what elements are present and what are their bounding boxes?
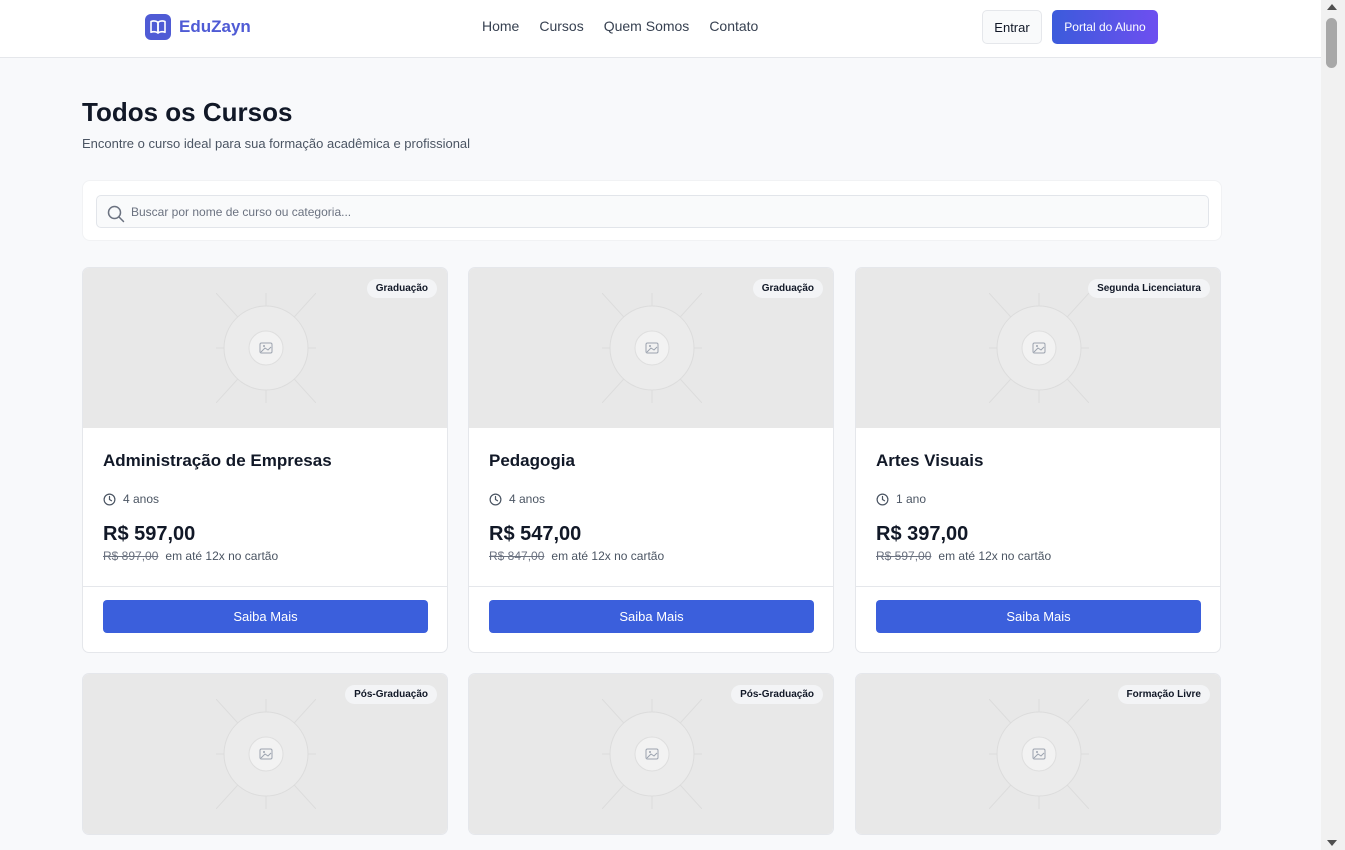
image-placeholder-icon (602, 699, 702, 809)
duration-text: 4 anos (509, 492, 546, 506)
scroll-thumb[interactable] (1326, 18, 1337, 68)
saiba-mais-button[interactable]: Saiba Mais (876, 600, 1201, 633)
scroll-up-arrow-icon[interactable] (1327, 4, 1337, 10)
course-duration: 4 anos (489, 492, 545, 506)
old-price: R$ 847,00 (489, 549, 545, 563)
logo-text: EduZayn (179, 17, 251, 36)
login-button[interactable]: Entrar (982, 10, 1042, 44)
image-placeholder-icon (216, 293, 316, 403)
search-box (96, 195, 1209, 228)
image-placeholder-icon (602, 293, 702, 403)
installments-text: em até 12x no cartão (165, 549, 279, 563)
clock-icon (876, 493, 889, 505)
page-scrollbar[interactable] (1321, 0, 1345, 850)
category-badge: Formação Livre (1117, 685, 1210, 704)
clock-icon (489, 493, 502, 505)
course-card-body: Artes Visuais 1 ano R$ 397,00 R$ 597,00 em a… (856, 428, 1220, 586)
course-duration: 4 anos (103, 492, 159, 506)
search-input[interactable] (131, 196, 1191, 227)
old-price: R$ 897,00 (103, 549, 159, 563)
installments-text: em até 12x no cartão (551, 549, 665, 563)
course-name: Administração de Empresas (103, 451, 332, 470)
course-price: R$ 547,00 (489, 523, 582, 545)
category-badge: Pós-Graduação (345, 685, 437, 704)
category-badge: Segunda Licenciatura (1088, 279, 1210, 298)
clock-icon (103, 493, 116, 505)
course-card-footer: Saiba Mais (856, 586, 1220, 652)
course-card-footer: Saiba Mais (83, 586, 447, 652)
installments-text: em até 12x no cartão (938, 549, 1052, 563)
site-header: EduZayn Home Cursos Quem Somos Contato E… (0, 0, 1321, 58)
category-badge: Graduação (366, 279, 437, 298)
duration-text: 1 ano (896, 492, 927, 506)
nav-cursos[interactable]: Cursos (539, 18, 583, 34)
nav-contato[interactable]: Contato (709, 18, 758, 34)
course-card: Graduação Administração de Empresas 4 anos… (82, 267, 448, 653)
course-price: R$ 597,00 (103, 523, 196, 545)
image-placeholder-icon (989, 293, 1089, 403)
course-image[interactable]: Graduação (83, 268, 447, 428)
category-badge: Pós-Graduação (731, 685, 823, 704)
saiba-mais-button[interactable]: Saiba Mais (103, 600, 428, 633)
course-name: Pedagogia (489, 451, 575, 470)
image-placeholder-icon (216, 699, 316, 809)
course-image[interactable]: Formação Livre (856, 674, 1220, 834)
course-image[interactable]: Pós-Graduação (83, 674, 447, 834)
course-image[interactable]: Segunda Licenciatura (856, 268, 1220, 428)
price-details: R$ 847,00 em até 12x no cartão (489, 549, 664, 563)
course-card: Graduação Pedagogia 4 anos R$ 547,00 R$ 847,… (468, 267, 834, 653)
page-title: Todos os Cursos (82, 97, 293, 127)
page-subtitle: Encontre o curso ideal para sua formação… (82, 136, 471, 151)
course-card: Pós-Graduação (82, 673, 448, 835)
image-placeholder-icon (989, 699, 1089, 809)
course-image[interactable]: Pós-Graduação (469, 674, 833, 834)
search-panel (82, 180, 1222, 241)
course-price: R$ 397,00 (876, 523, 969, 545)
course-card-body: Pedagogia 4 anos R$ 547,00 R$ 847,00 em até … (469, 428, 833, 586)
saiba-mais-button[interactable]: Saiba Mais (489, 600, 814, 633)
logo[interactable]: EduZayn (145, 14, 251, 40)
course-name: Artes Visuais (876, 451, 984, 470)
course-card: Pós-Graduação (468, 673, 834, 835)
old-price: R$ 597,00 (876, 549, 932, 563)
course-duration: 1 ano (876, 492, 926, 506)
search-icon (107, 205, 125, 223)
category-badge: Graduação (752, 279, 823, 298)
duration-text: 4 anos (123, 492, 160, 506)
course-card-body: Administração de Empresas 4 anos R$ 597,00… (83, 428, 447, 586)
nav-home[interactable]: Home (482, 18, 519, 34)
nav-quem-somos[interactable]: Quem Somos (604, 18, 690, 34)
open-book-icon (145, 14, 171, 40)
price-details: R$ 897,00 em até 12x no cartão (103, 549, 278, 563)
student-portal-button[interactable]: Portal do Aluno (1052, 10, 1158, 44)
course-card: Segunda Licenciatura Artes Visuais 1 ano R$… (855, 267, 1221, 653)
course-image[interactable]: Graduação (469, 268, 833, 428)
price-details: R$ 597,00 em até 12x no cartão (876, 549, 1051, 563)
course-card-footer: Saiba Mais (469, 586, 833, 652)
course-card: Formação Livre (855, 673, 1221, 835)
main-nav: Home Cursos Quem Somos Contato (482, 18, 758, 34)
scroll-down-arrow-icon[interactable] (1327, 840, 1337, 846)
